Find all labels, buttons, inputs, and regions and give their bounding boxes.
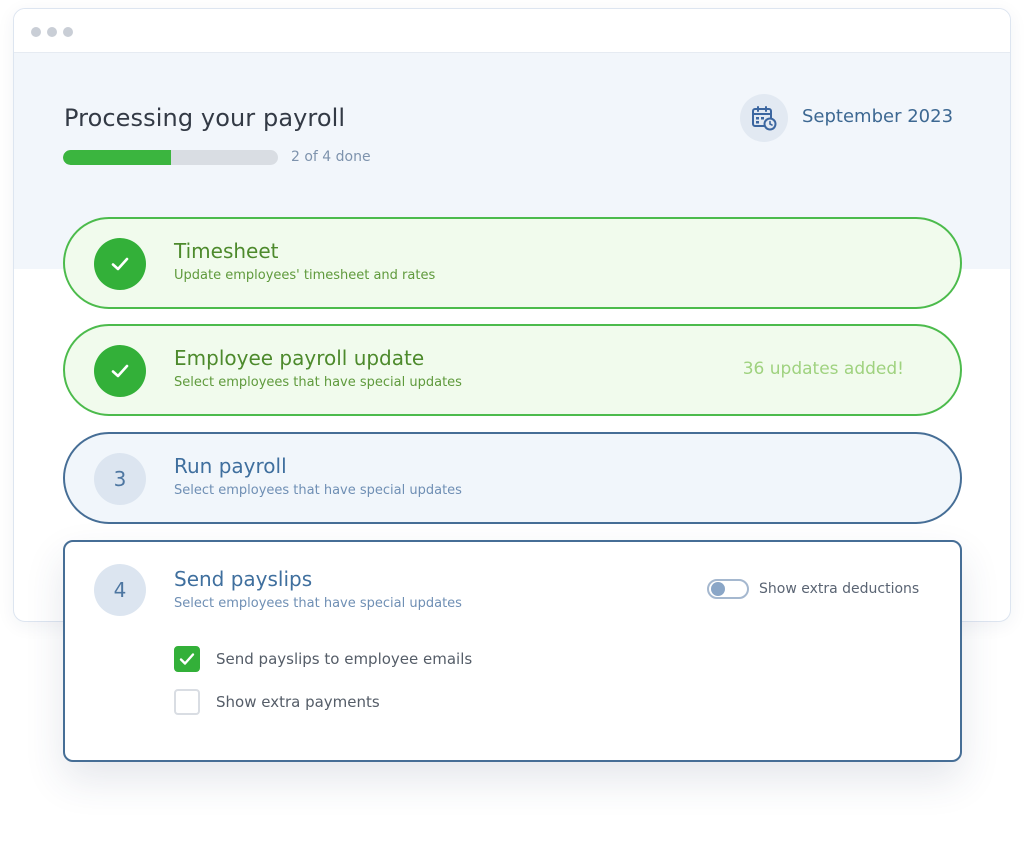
- checkbox-label: Show extra payments: [216, 693, 380, 711]
- checkmark-icon: [111, 257, 129, 271]
- window-titlebar: [14, 9, 1010, 53]
- checkmark-icon: [179, 653, 195, 665]
- extra-deductions-toggle[interactable]: [707, 579, 749, 599]
- extra-payments-checkbox[interactable]: [174, 689, 200, 715]
- checkbox-label: Send payslips to employee emails: [216, 650, 473, 668]
- progress-bar: [63, 150, 278, 165]
- step-title: Run payroll: [174, 454, 287, 478]
- step-subtitle: Select employees that have special updat…: [174, 375, 462, 390]
- step-run-payroll[interactable]: 3 Run payroll Select employees that have…: [63, 432, 962, 524]
- window-control-dot[interactable]: [31, 27, 41, 37]
- checkmark-icon: [111, 364, 129, 378]
- date-picker-button[interactable]: [740, 94, 788, 142]
- step-title: Timesheet: [174, 239, 279, 263]
- page-title: Processing your payroll: [64, 104, 346, 132]
- app-window: [13, 8, 1011, 622]
- extra-deductions-toggle-row: Show extra deductions: [707, 579, 919, 599]
- step-status-badge: [94, 238, 146, 290]
- step-number-badge: 4: [94, 564, 146, 616]
- step-title: Employee payroll update: [174, 346, 425, 370]
- option-show-extra-payments: Show extra payments: [174, 689, 380, 715]
- step-timesheet[interactable]: Timesheet Update employees' timesheet an…: [63, 217, 962, 309]
- progress-text: 2 of 4 done: [291, 149, 371, 165]
- updates-added-note: 36 updates added!: [742, 359, 904, 379]
- calendar-clock-icon: [752, 106, 777, 131]
- window-control-dot[interactable]: [63, 27, 73, 37]
- step-number-badge: 3: [94, 453, 146, 505]
- step-subtitle: Select employees that have special updat…: [174, 596, 462, 611]
- toggle-label: Show extra deductions: [759, 581, 920, 597]
- toggle-knob: [711, 582, 725, 596]
- step-subtitle: Select employees that have special updat…: [174, 483, 462, 498]
- step-employee-payroll-update[interactable]: Employee payroll update Select employees…: [63, 324, 962, 416]
- send-payslips-checkbox[interactable]: [174, 646, 200, 672]
- step-status-badge: [94, 345, 146, 397]
- step-title: Send payslips: [174, 567, 313, 591]
- progress-bar-fill: [63, 150, 171, 165]
- window-control-dot[interactable]: [47, 27, 57, 37]
- payroll-period-label[interactable]: September 2023: [802, 106, 953, 127]
- step-subtitle: Update employees' timesheet and rates: [174, 268, 436, 283]
- option-send-payslips-emails: Send payslips to employee emails: [174, 646, 472, 672]
- step-send-payslips: 4 Send payslips Select employees that ha…: [63, 540, 962, 762]
